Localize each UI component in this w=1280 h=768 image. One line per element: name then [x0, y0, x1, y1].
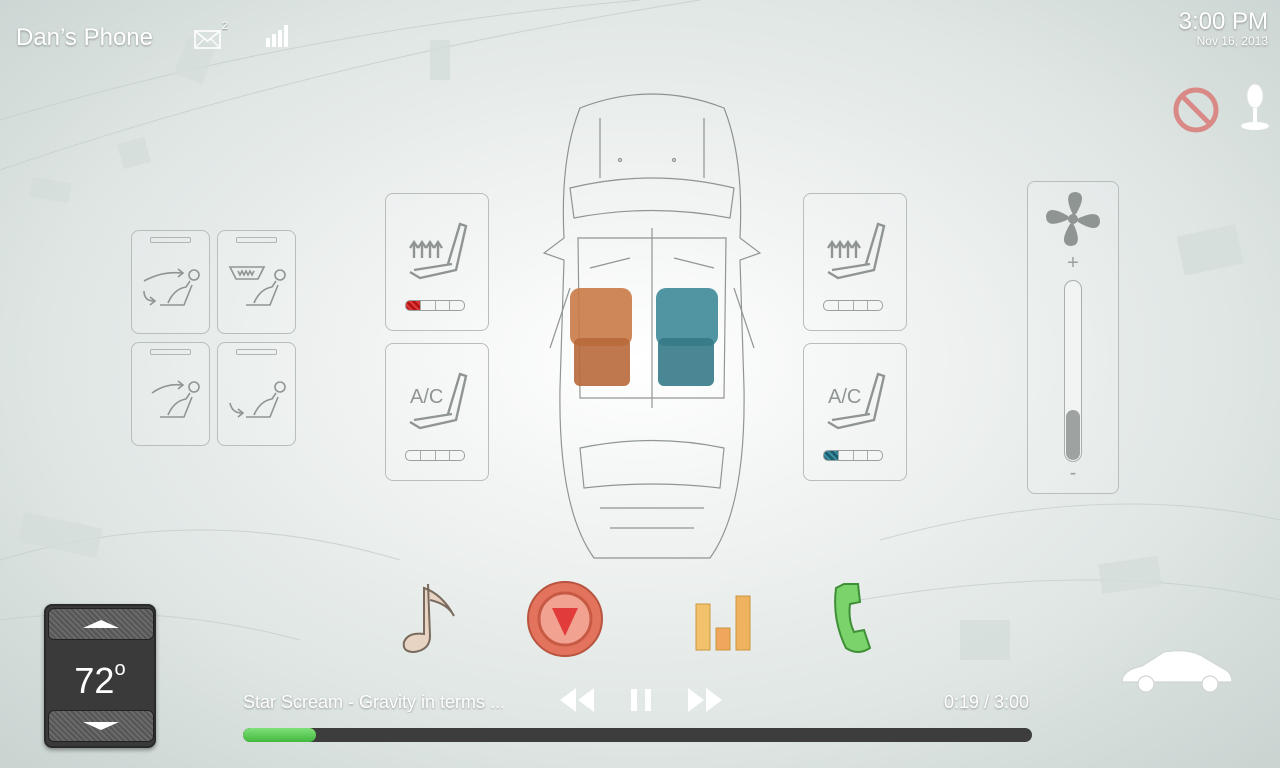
- clock-time: 3:00 PM: [1178, 8, 1268, 35]
- fan-slider-fill: [1066, 409, 1080, 460]
- passenger-ac-label: A/C: [828, 386, 862, 408]
- car-top-view: [542, 93, 762, 559]
- airflow-face-feet-icon: [143, 268, 200, 306]
- fan-decrease-button[interactable]: -: [1028, 462, 1118, 485]
- temp-up-button[interactable]: [48, 608, 154, 640]
- music-note-icon[interactable]: [398, 580, 458, 656]
- track-elapsed-time: 0:19 / 3:00: [944, 692, 1030, 712]
- rewind-icon[interactable]: [558, 686, 596, 714]
- passenger-seat-heat-button[interactable]: [803, 193, 907, 331]
- passenger-cool-level: [823, 450, 883, 461]
- airflow-face-button[interactable]: [131, 342, 210, 446]
- clock-date: Nov 16, 2013: [1196, 34, 1268, 48]
- fan-control: + -: [1027, 181, 1119, 494]
- car-seat-driver: [570, 288, 632, 386]
- airflow-defrost-icon: [228, 266, 286, 306]
- airflow-face-feet-button[interactable]: [131, 230, 210, 334]
- airflow-feet-icon: [229, 381, 286, 418]
- airflow-indicator: [236, 237, 277, 243]
- temperature-control: 72o: [44, 604, 156, 748]
- airflow-indicator: [150, 237, 191, 243]
- fan-increase-button[interactable]: +: [1028, 252, 1118, 275]
- clock: 3:00 PM Nov 16, 2013: [1179, 8, 1268, 48]
- airflow-face-icon: [151, 380, 200, 418]
- car-side-icon[interactable]: [1118, 646, 1236, 696]
- driver-seat-cool-button[interactable]: A/C: [385, 343, 489, 481]
- car-seat-passenger: [656, 288, 718, 386]
- device-name: Dan’s Phone: [16, 24, 153, 51]
- signal-icon: [266, 25, 288, 47]
- fan-icon: [1046, 192, 1100, 246]
- passenger-heat-level: [823, 300, 883, 311]
- fast-forward-icon[interactable]: [686, 686, 724, 714]
- navigation-icon[interactable]: [524, 578, 606, 660]
- fan-slider[interactable]: [1064, 280, 1082, 462]
- track-progress-fill: [243, 728, 317, 742]
- mail-count-badge: 2: [222, 20, 229, 32]
- airflow-indicator: [236, 349, 277, 355]
- seat-heat-icon: [409, 222, 468, 280]
- temp-down-button[interactable]: [48, 710, 154, 742]
- pause-icon[interactable]: [628, 686, 654, 714]
- airflow-defrost-button[interactable]: [217, 230, 296, 334]
- driver-ac-label: A/C: [410, 386, 444, 408]
- passenger-seat-cool-button[interactable]: A/C: [803, 343, 907, 481]
- temperature-value: 72o: [74, 658, 126, 701]
- no-entry-icon[interactable]: [1172, 86, 1220, 134]
- microphone-icon[interactable]: [1238, 82, 1272, 132]
- driver-heat-level: [405, 300, 465, 311]
- track-progress-bar[interactable]: [243, 728, 1032, 742]
- airflow-indicator: [150, 349, 191, 355]
- track-title: Star Scream - Gravity in terms ...: [243, 692, 503, 712]
- mail-icon[interactable]: [194, 28, 224, 50]
- phone-icon[interactable]: [830, 580, 880, 656]
- driver-cool-level: [405, 450, 465, 461]
- airflow-feet-button[interactable]: [217, 342, 296, 446]
- equalizer-icon[interactable]: [694, 594, 756, 652]
- driver-seat-heat-button[interactable]: [385, 193, 489, 331]
- seat-heat-icon: [827, 222, 886, 280]
